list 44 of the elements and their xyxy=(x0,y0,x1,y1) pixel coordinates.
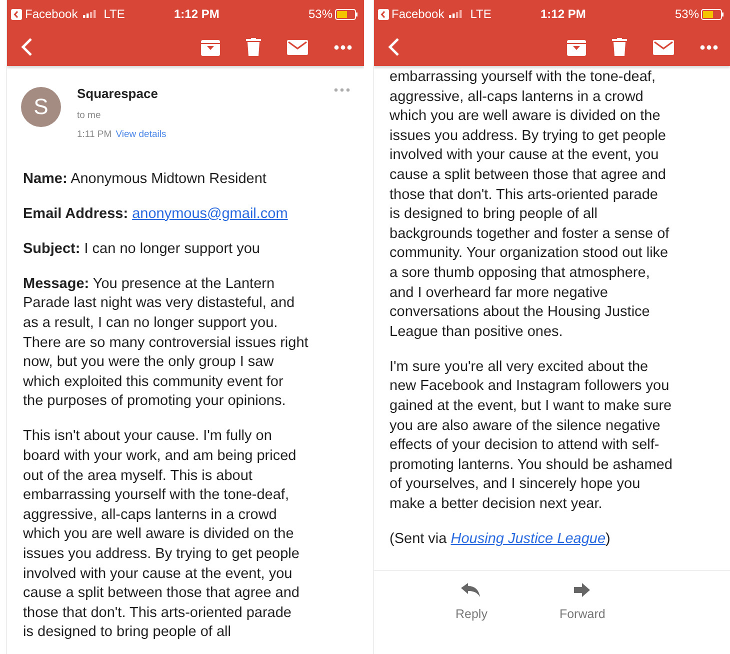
sender-name: Squarespace xyxy=(77,86,159,101)
message-paragraph: embarrassing yourself with the tone-deaf, aggressive, all-caps lanterns in a crowd which you are well aware is divided on the issues you address. By trying to get people involved with your cause at the event, you cause a split between those that agree and those that don't. This arts-oriented parade is designed to bring people of all backgrounds together and foster a sense of community. Your organization stood out like a sore thumb opposing that atmosphere, and I overheard far more negative conversations about the Housing Justice League than positive ones. xyxy=(390,68,670,342)
battery-percent: 53% xyxy=(308,7,332,21)
view-details-link[interactable]: View details xyxy=(116,129,166,140)
sender-link[interactable]: Housing Justice League xyxy=(450,531,606,548)
message-paragraph: I'm sure you're all very excited about the new Facebook and Instagram followers you gained at the event, but I want to make sure you are also aware of the silence negative effects of your decision to attend with self- promoting lanterns. You should be ashamed of yourselves, and I sincerely hope you make a better decision next year. xyxy=(390,358,674,514)
more-icon[interactable] xyxy=(334,44,352,50)
source-app-label[interactable]: Facebook xyxy=(25,7,78,21)
sent-time: 1:11 PM xyxy=(77,129,112,140)
mail-icon[interactable] xyxy=(653,40,674,54)
forward-icon xyxy=(574,582,590,597)
sender-avatar: S xyxy=(21,87,61,127)
back-icon[interactable] xyxy=(388,37,400,57)
archive-icon[interactable] xyxy=(567,38,586,56)
form-field-line: Name: Anonymous Midtown Resident xyxy=(23,170,268,188)
more-icon[interactable] xyxy=(700,44,718,50)
more-icon[interactable] xyxy=(334,88,350,92)
forward-button[interactable]: Forward xyxy=(559,582,606,621)
trash-icon[interactable] xyxy=(612,38,627,56)
battery-percent: 53% xyxy=(674,7,699,21)
signal-icon xyxy=(449,10,464,18)
signal-icon xyxy=(82,10,98,18)
message-paragraph: Message: You presence at the Lantern Parade last night was very distasteful, and as a result, I can no longer support you. There are so many controversial issues right now, but you were the only group I saw which exploited this community event for the purposes of promoting your opinions. xyxy=(23,274,310,412)
back-to-app-icon[interactable] xyxy=(11,8,22,20)
back-to-app-icon[interactable] xyxy=(378,8,388,20)
reply-button[interactable]: Reply xyxy=(456,582,488,621)
signature-line: (Sent via Housing Justice League) xyxy=(390,530,612,550)
archive-icon[interactable] xyxy=(200,38,220,56)
battery-icon xyxy=(334,8,358,20)
network-label: LTE xyxy=(470,7,492,21)
clock: 1:12 PM xyxy=(172,7,220,21)
recipient-label: to me xyxy=(77,110,102,121)
network-label: LTE xyxy=(104,7,125,21)
source-app-label[interactable]: Facebook xyxy=(392,7,444,21)
back-icon[interactable] xyxy=(21,37,33,57)
trash-icon[interactable] xyxy=(246,38,260,56)
mail-icon[interactable] xyxy=(286,40,308,54)
form-field-line: Email Address: anonymous@gmail.com xyxy=(23,204,289,224)
clock: 1:12 PM xyxy=(539,7,587,21)
message-paragraph: This isn't about your cause. I'm fully on board with your work, and am being priced out of the area myself. This is about embarrassing yourself with the tone-deaf, aggressive, all-caps lanterns in a crowd which you are well aware is divided on the issues you address. By trying to get people involved with your cause at the event, you cause a split between those that agree and those that don't. This arts-oriented parade is designed to bring people of all xyxy=(23,427,300,642)
email-link[interactable]: anonymous@gmail.com xyxy=(132,206,288,222)
form-field-line: Subject: I can no longer support you xyxy=(23,240,261,259)
battery-icon xyxy=(701,8,724,20)
reply-icon xyxy=(461,582,482,597)
